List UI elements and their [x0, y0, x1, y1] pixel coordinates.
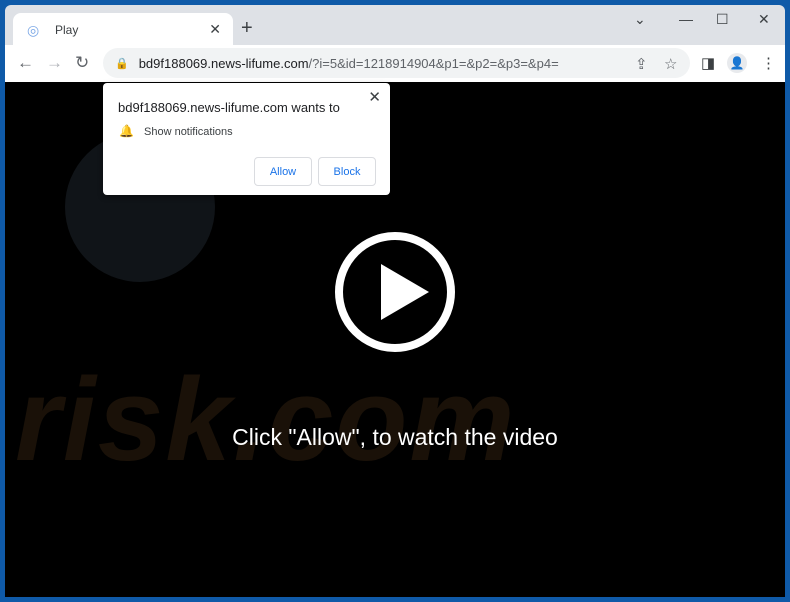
- star-icon[interactable]: ☆: [664, 55, 677, 73]
- popup-title: bd9f188069.news-lifume.com wants to: [118, 100, 340, 115]
- minimize-button[interactable]: —: [679, 11, 693, 27]
- instruction-text: Click "Allow", to watch the video: [232, 424, 558, 450]
- lock-icon: 🔒: [115, 57, 129, 70]
- bell-icon: 🔔: [119, 124, 134, 138]
- url-path: /?i=5&id=1218914904&p1=&p2=&p3=&p4=: [308, 55, 559, 71]
- close-window-button[interactable]: ✕: [758, 11, 770, 28]
- browser-window: ◎ Play ✕ + ⌄ — ☐ ✕ ← → ↻ 🔒 bd9f188069.ne…: [5, 5, 785, 597]
- block-button[interactable]: Block: [318, 157, 376, 186]
- address-bar[interactable]: 🔒 bd9f188069.news-lifume.com/?i=5&id=121…: [103, 48, 690, 78]
- share-icon[interactable]: ⇪: [635, 55, 648, 73]
- side-panel-icon[interactable]: ◨: [701, 54, 715, 72]
- back-icon[interactable]: ←: [17, 53, 34, 73]
- maximize-button[interactable]: ☐: [716, 11, 729, 28]
- url-host: bd9f188069.news-lifume.com: [138, 55, 309, 71]
- play-button[interactable]: [335, 232, 455, 352]
- allow-button[interactable]: Allow: [254, 157, 312, 186]
- forward-icon[interactable]: →: [46, 53, 63, 73]
- watermark-text: risk.com: [15, 354, 517, 486]
- tab-search-icon[interactable]: ⌄: [634, 11, 646, 28]
- new-tab-button[interactable]: +: [241, 17, 253, 40]
- notification-permission-popup: bd9f188069.news-lifume.com wants to ✕ 🔔 …: [103, 83, 390, 195]
- tab-play[interactable]: ◎ Play ✕: [13, 13, 233, 47]
- menu-icon[interactable]: ⋮: [761, 54, 776, 72]
- globe-icon: ◎: [27, 22, 40, 38]
- toolbar: ← → ↻ 🔒 bd9f188069.news-lifume.com/?i=5&…: [5, 45, 785, 82]
- tab-title: Play: [55, 23, 79, 37]
- reload-icon[interactable]: ↻: [75, 53, 89, 73]
- profile-avatar-icon[interactable]: 👤: [727, 53, 747, 73]
- permission-label: Show notifications: [144, 126, 233, 138]
- close-popup-icon[interactable]: ✕: [368, 88, 381, 106]
- close-tab-icon[interactable]: ✕: [209, 21, 221, 38]
